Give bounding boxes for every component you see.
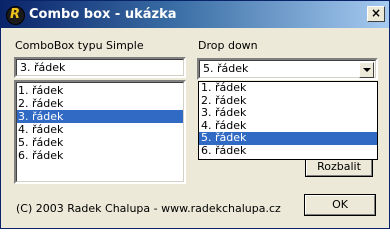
chevron-down-icon[interactable] xyxy=(359,62,374,78)
list-item[interactable]: 5. řádek xyxy=(16,136,184,149)
simple-combobox-value: 3. řádek xyxy=(20,61,66,74)
close-button[interactable]: × xyxy=(367,6,385,22)
simple-combobox-label: ComboBox typu Simple xyxy=(15,39,144,52)
list-item[interactable]: 6. řádek xyxy=(199,144,377,158)
copyright-text: (C) 2003 Radek Chalupa - www.radekchalup… xyxy=(16,202,281,215)
window-title: Combo box - ukázka xyxy=(29,7,177,22)
title-bar: Combo box - ukázka × xyxy=(1,1,389,28)
ok-button[interactable]: OK xyxy=(304,194,376,216)
main-window: Combo box - ukázka × ComboBox typu Simpl… xyxy=(0,0,390,229)
expand-button-label: Rozbalit xyxy=(317,160,361,173)
list-item[interactable]: 1. řádek xyxy=(16,84,184,97)
ok-button-label: OK xyxy=(332,198,348,211)
dropdown-combobox-label: Drop down xyxy=(198,39,258,52)
dropdown-combobox-value: 5. řádek xyxy=(203,62,249,75)
dropdown-list[interactable]: 1. řádek 2. řádek 3. řádek 4. řádek 5. ř… xyxy=(198,81,378,160)
expand-button[interactable]: Rozbalit xyxy=(305,158,373,177)
simple-combobox-edit[interactable]: 3. řádek xyxy=(14,57,186,78)
list-item[interactable]: 3. řádek xyxy=(16,110,184,123)
list-item[interactable]: 1. řádek xyxy=(199,81,377,95)
dropdown-combobox[interactable]: 5. řádek xyxy=(197,58,378,80)
list-item[interactable]: 5. řádek xyxy=(199,131,377,145)
list-item[interactable]: 4. řádek xyxy=(16,123,184,136)
list-item[interactable]: 2. řádek xyxy=(16,97,184,110)
app-icon xyxy=(6,6,25,25)
simple-combobox-list[interactable]: 1. řádek 2. řádek 3. řádek 4. řádek 5. ř… xyxy=(14,80,186,184)
list-item[interactable]: 6. řádek xyxy=(16,149,184,162)
list-item[interactable]: 3. řádek xyxy=(199,106,377,120)
